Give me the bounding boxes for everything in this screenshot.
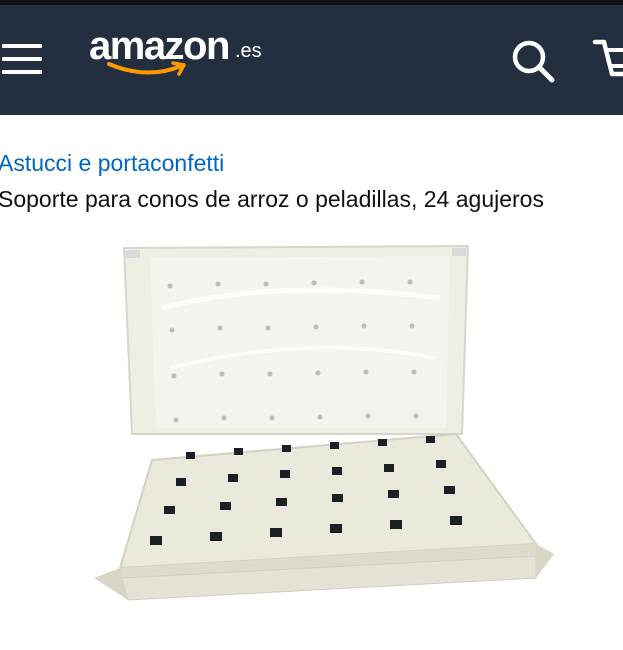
- hamburger-menu-icon[interactable]: [2, 44, 44, 76]
- product-image[interactable]: [80, 238, 560, 618]
- top-navigation-bar: amazon .es: [0, 0, 623, 115]
- product-title: Soporte para conos de arroz o peladillas…: [0, 186, 544, 212]
- category-breadcrumb-link[interactable]: Astucci e portaconfetti: [0, 150, 224, 177]
- logo-domain: .es: [235, 40, 262, 62]
- status-strip: [0, 0, 623, 5]
- search-icon[interactable]: [508, 36, 558, 86]
- amazon-logo[interactable]: amazon .es: [89, 24, 269, 80]
- logo-smile-icon: [107, 61, 186, 76]
- cart-icon[interactable]: [592, 34, 623, 86]
